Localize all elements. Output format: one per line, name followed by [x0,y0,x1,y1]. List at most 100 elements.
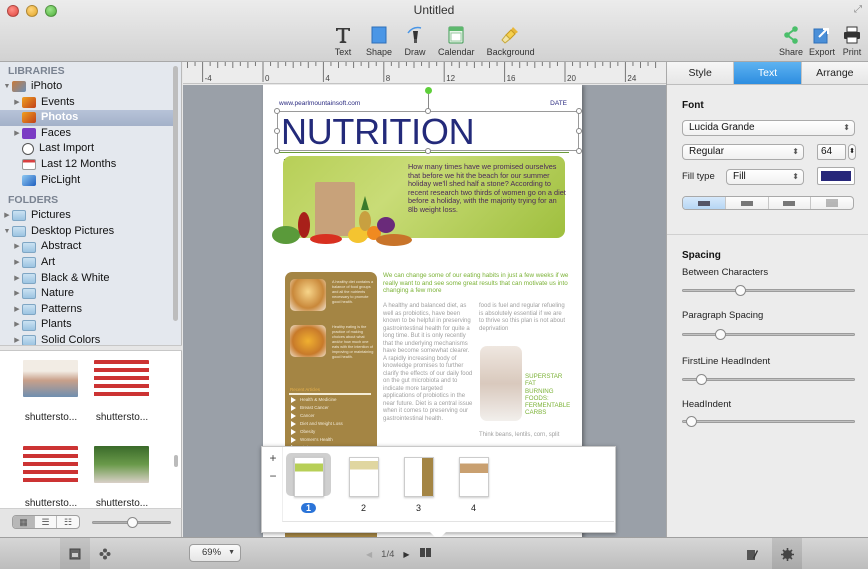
photo-item[interactable]: shuttersto... [23,446,79,508]
paragraph-spacing-slider[interactable] [682,329,855,340]
photo-browser-scrollbar[interactable] [174,455,178,467]
slider-knob[interactable] [127,517,138,528]
photo-item[interactable]: shuttersto... [94,360,150,423]
slider-knob[interactable] [686,416,698,427]
between-characters-slider[interactable] [682,285,855,296]
disclosure-open-icon[interactable]: ▼ [2,79,12,95]
next-page-button[interactable]: ▶ [403,550,409,559]
resize-handle[interactable] [274,148,280,154]
resize-handle[interactable] [576,108,582,114]
inspector-toggle-button[interactable] [772,538,802,569]
tab-arrange[interactable]: Arrange [801,62,868,84]
disclosure-closed-icon[interactable]: ▶ [2,208,12,224]
sidebar-item-photos[interactable]: Photos [0,110,173,126]
font-family-select[interactable]: Lucida Grande ⬍ [682,120,855,136]
recent-article-item[interactable]: Health & Medicine [291,396,343,404]
body-column-2[interactable]: food is fuel and regular refueling is ab… [479,303,567,333]
pages-overview-button[interactable] [419,547,432,561]
photo-item[interactable]: shuttersto... [94,446,150,508]
draw-tool-button[interactable]: Draw [398,24,432,57]
disclosure-closed-icon[interactable]: ▶ [12,333,22,345]
callout-text[interactable]: SUPERSTAR FAT BURNING FOODS: FERMENTABLE… [525,373,570,417]
sidebar-item-last-12-months[interactable]: Last 12 Months [0,157,181,173]
tab-style[interactable]: Style [667,62,735,84]
headindent-slider[interactable] [682,416,855,427]
body-column-1[interactable]: A healthy and balanced diet, as well as … [383,303,473,423]
clipart-button[interactable] [92,538,118,569]
thumbnail-size-slider[interactable] [92,517,171,528]
side-text-2[interactable]: Healthy eating is the practice of making… [332,325,375,360]
pancakes-image[interactable] [290,279,326,311]
resize-handle[interactable] [425,148,431,154]
website-text[interactable]: www.pearlmountainsoft.com [279,100,360,107]
sidebar-item-art[interactable]: ▶ Art [0,255,181,271]
photo-item[interactable]: shuttersto... [23,360,79,423]
font-style-select[interactable]: Regular ⬍ [682,144,804,160]
shape-tool-button[interactable]: Shape [360,24,398,57]
previous-page-button[interactable]: ◀ [366,550,372,559]
recent-article-item[interactable]: Obesity [291,428,343,436]
calendar-tool-button[interactable]: Calendar [432,24,481,57]
recent-article-item[interactable]: Cancer [291,412,343,420]
export-button[interactable]: Export [806,24,838,57]
hero-text[interactable]: How many times have we promised ourselve… [408,162,568,215]
sidebar-item-nature[interactable]: ▶ Nature [0,286,181,302]
date-text[interactable]: DATE [550,100,567,107]
fill-color-well[interactable] [817,167,855,185]
disclosure-closed-icon[interactable]: ▶ [12,317,22,333]
zoom-in-button[interactable]: + [264,451,282,465]
print-button[interactable]: Print [838,24,866,57]
disclosure-closed-icon[interactable]: ▶ [12,286,22,302]
disclosure-closed-icon[interactable]: ▶ [12,302,22,318]
soup-image[interactable] [290,325,326,357]
align-center-button[interactable] [726,197,769,209]
sidebar-item-black-white[interactable]: ▶ Black & White [0,271,181,287]
fullscreen-icon[interactable]: ⤢ [854,4,862,15]
detail-view-button[interactable]: ☷ [57,516,79,528]
lead-paragraph[interactable]: We can change some of our eating habits … [383,272,578,295]
list-view-button[interactable]: ☰ [35,516,57,528]
sidebar-item-iphoto[interactable]: ▼ iPhoto [0,79,181,95]
sidebar-scrollbar[interactable] [173,66,178,321]
disclosure-closed-icon[interactable]: ▶ [12,95,22,111]
page-thumbnail[interactable]: 4 [451,453,496,513]
disclosure-open-icon[interactable]: ▼ [2,224,12,240]
align-left-button[interactable] [683,197,726,209]
disclosure-closed-icon[interactable]: ▶ [12,255,22,271]
firstline-headindent-slider[interactable] [682,374,855,385]
grid-view-button[interactable]: ▦ [13,516,35,528]
disclosure-closed-icon[interactable]: ▶ [12,239,22,255]
slider-knob[interactable] [734,285,746,296]
photo-browser-toggle-button[interactable] [60,538,90,569]
edit-notes-button[interactable] [740,538,764,569]
sidebar-item-plants[interactable]: ▶ Plants [0,317,181,333]
font-size-stepper[interactable]: ⬍ [848,144,856,160]
disclosure-closed-icon[interactable]: ▶ [12,126,22,142]
zoom-out-button[interactable]: − [264,469,282,483]
slider-knob[interactable] [695,374,707,385]
groceries-image[interactable] [266,195,416,250]
recent-article-item[interactable]: Breast Cancer [291,404,343,412]
body-column-2-continued[interactable]: Think beans, lentils, corn, split [479,432,567,438]
rotation-handle[interactable] [425,87,432,94]
sidebar-item-patterns[interactable]: ▶ Patterns [0,302,181,318]
zoom-select[interactable]: 69% ▼ [189,544,241,562]
sidebar-item-piclight[interactable]: PicLight [0,173,181,189]
slider-knob[interactable] [715,329,727,340]
share-button[interactable]: Share [776,24,806,57]
disclosure-closed-icon[interactable]: ▶ [12,271,22,287]
resize-handle[interactable] [576,128,582,134]
align-right-button[interactable] [769,197,812,209]
resize-handle[interactable] [576,148,582,154]
resize-handle[interactable] [274,108,280,114]
sidebar-item-abstract[interactable]: ▶ Abstract [0,239,181,255]
recent-article-item[interactable]: Diet and Weight Loss [291,420,343,428]
sidebar-item-events[interactable]: ▶ Events [0,95,181,111]
sidebar-item-last-import[interactable]: Last Import [0,141,181,157]
resize-handle[interactable] [274,128,280,134]
sidebar-item-desktop-pictures[interactable]: ▼ Desktop Pictures [0,224,181,240]
sidebar-item-solid-colors[interactable]: ▶ Solid Colors [0,333,181,345]
sidebar-item-pictures[interactable]: ▶ Pictures [0,208,181,224]
recent-article-item[interactable]: Women's Health [291,436,343,444]
page-thumbnail[interactable]: 3 [396,453,441,513]
